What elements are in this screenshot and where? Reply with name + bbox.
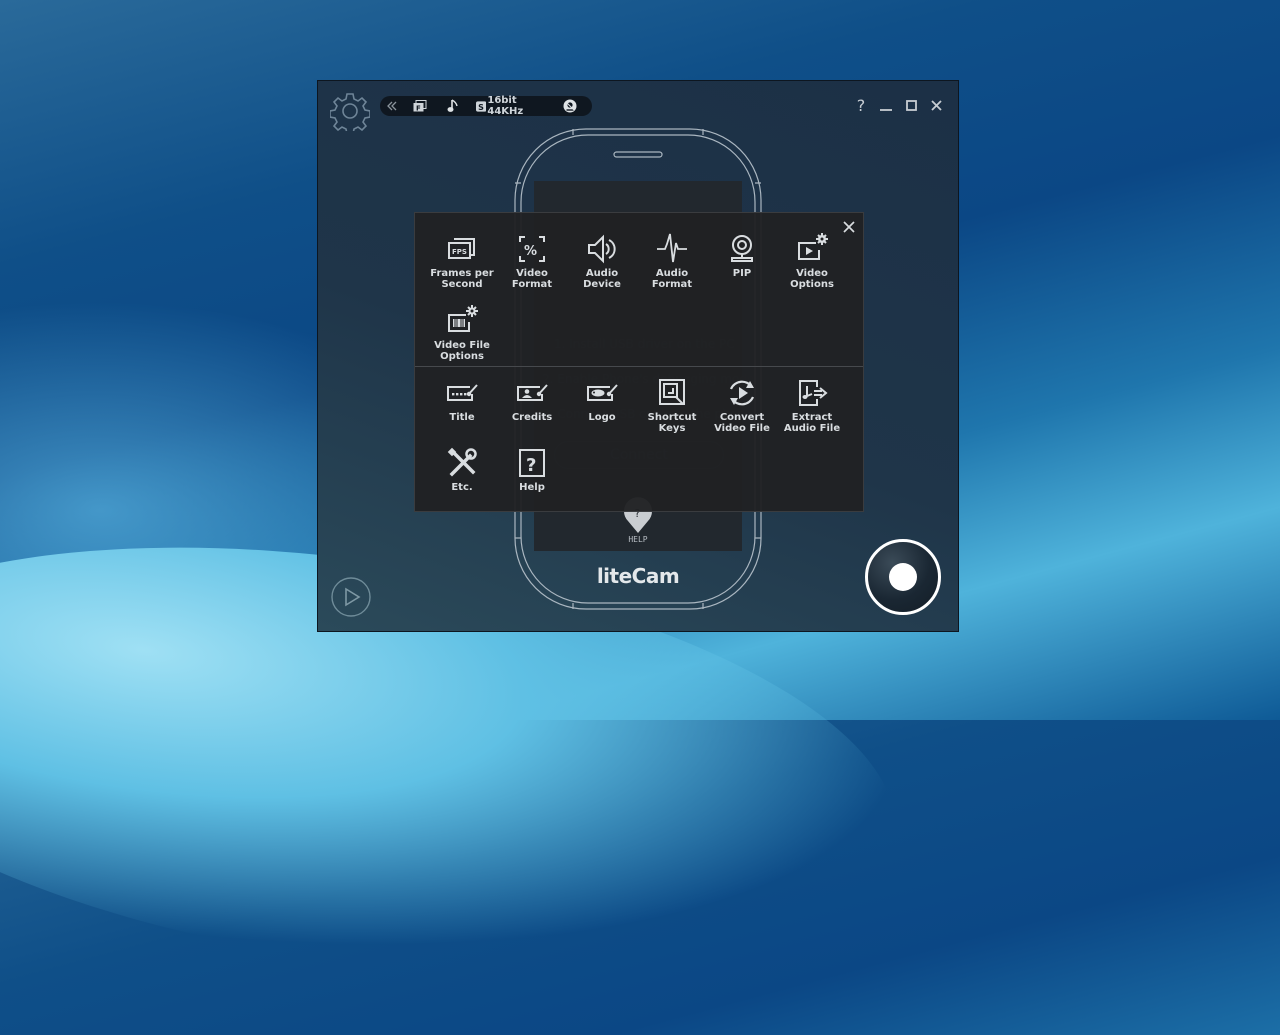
svg-text:S: S <box>478 102 484 111</box>
audio-format-button[interactable]: S 16bit 44KHz <box>476 95 552 117</box>
menu-item-pip[interactable]: PIP <box>707 233 777 279</box>
options-menu: FPS Frames per Second % Video Format Aud… <box>414 212 864 512</box>
frame-icon: F <box>413 100 427 112</box>
menu-item-shortcut-keys[interactable]: Shortcut Keys <box>637 377 707 434</box>
keyboard-key-icon <box>659 379 685 405</box>
menu-item-fps[interactable]: FPS Frames per Second <box>427 233 497 290</box>
close-button[interactable] <box>926 95 946 115</box>
menu-item-video-options[interactable]: Video Options <box>777 233 847 290</box>
menu-divider <box>415 366 863 367</box>
film-gear-icon <box>448 305 478 332</box>
menu-item-etc[interactable]: Etc. <box>427 447 497 493</box>
menu-item-audio-device[interactable]: Audio Device <box>567 233 637 290</box>
speaker-icon <box>588 234 616 264</box>
music-note-icon <box>447 99 458 112</box>
menu-item-help[interactable]: ? Help <box>497 447 567 493</box>
title-edit-icon <box>447 384 478 401</box>
minimize-icon <box>880 109 892 111</box>
minimize-button[interactable] <box>876 95 896 115</box>
menu-item-video-file-options[interactable]: Video File Options <box>427 305 497 362</box>
menu-item-extract-audio-file[interactable]: Extract Audio File <box>777 377 847 434</box>
webcam-icon <box>731 235 753 262</box>
svg-text:FPS: FPS <box>452 248 467 256</box>
menu-item-logo[interactable]: Logo <box>567 377 637 423</box>
record-button[interactable] <box>865 539 941 615</box>
collapse-toolbar-button[interactable] <box>384 96 400 116</box>
menu-item-convert-video-file[interactable]: Convert Video File <box>707 377 777 434</box>
waveform-icon <box>657 233 687 263</box>
menu-item-credits[interactable]: Credits <box>497 377 567 423</box>
webcam-off-icon <box>563 99 577 113</box>
convert-icon <box>729 380 755 406</box>
help-button[interactable]: ? <box>851 95 871 115</box>
fps-icon: FPS <box>448 238 475 259</box>
close-icon <box>930 99 942 111</box>
app-logo: liteCam <box>596 564 680 588</box>
phone-help-label: HELP <box>628 535 648 544</box>
stereo-icon: S <box>476 100 487 111</box>
svg-text:F: F <box>416 105 421 113</box>
percent-frame-icon: % <box>519 236 545 262</box>
menu-item-audio-format[interactable]: Audio Format <box>637 233 707 290</box>
video-gear-icon <box>798 233 828 260</box>
quick-toolbar: F S 16bit 44KHz <box>380 95 592 117</box>
svg-text:%: % <box>524 244 537 259</box>
logo-edit-icon <box>587 384 618 401</box>
play-icon <box>345 587 361 607</box>
close-icon <box>843 221 855 233</box>
menu-item-title[interactable]: Title <box>427 377 497 423</box>
maximize-icon <box>905 99 917 111</box>
play-button[interactable] <box>331 577 371 617</box>
maximize-button[interactable] <box>901 95 921 115</box>
menu-item-video-format[interactable]: % Video Format <box>497 233 567 290</box>
litecam-window: F S 16bit 44KHz ? 1. Install USB driver … <box>317 80 959 632</box>
audio-format-label: 16bit 44KHz <box>487 95 524 117</box>
help-icon: ? <box>519 449 545 477</box>
record-icon <box>889 563 917 591</box>
credits-edit-icon <box>517 384 548 401</box>
extract-audio-icon <box>799 380 828 406</box>
settings-gear-icon[interactable] <box>330 91 370 131</box>
frame-rate-button[interactable]: F <box>412 96 428 116</box>
audio-button[interactable] <box>446 96 460 116</box>
webcam-toggle-button[interactable] <box>562 96 578 116</box>
tools-icon <box>447 447 477 477</box>
double-chevron-left-icon <box>387 101 397 111</box>
svg-text:?: ? <box>526 455 536 476</box>
